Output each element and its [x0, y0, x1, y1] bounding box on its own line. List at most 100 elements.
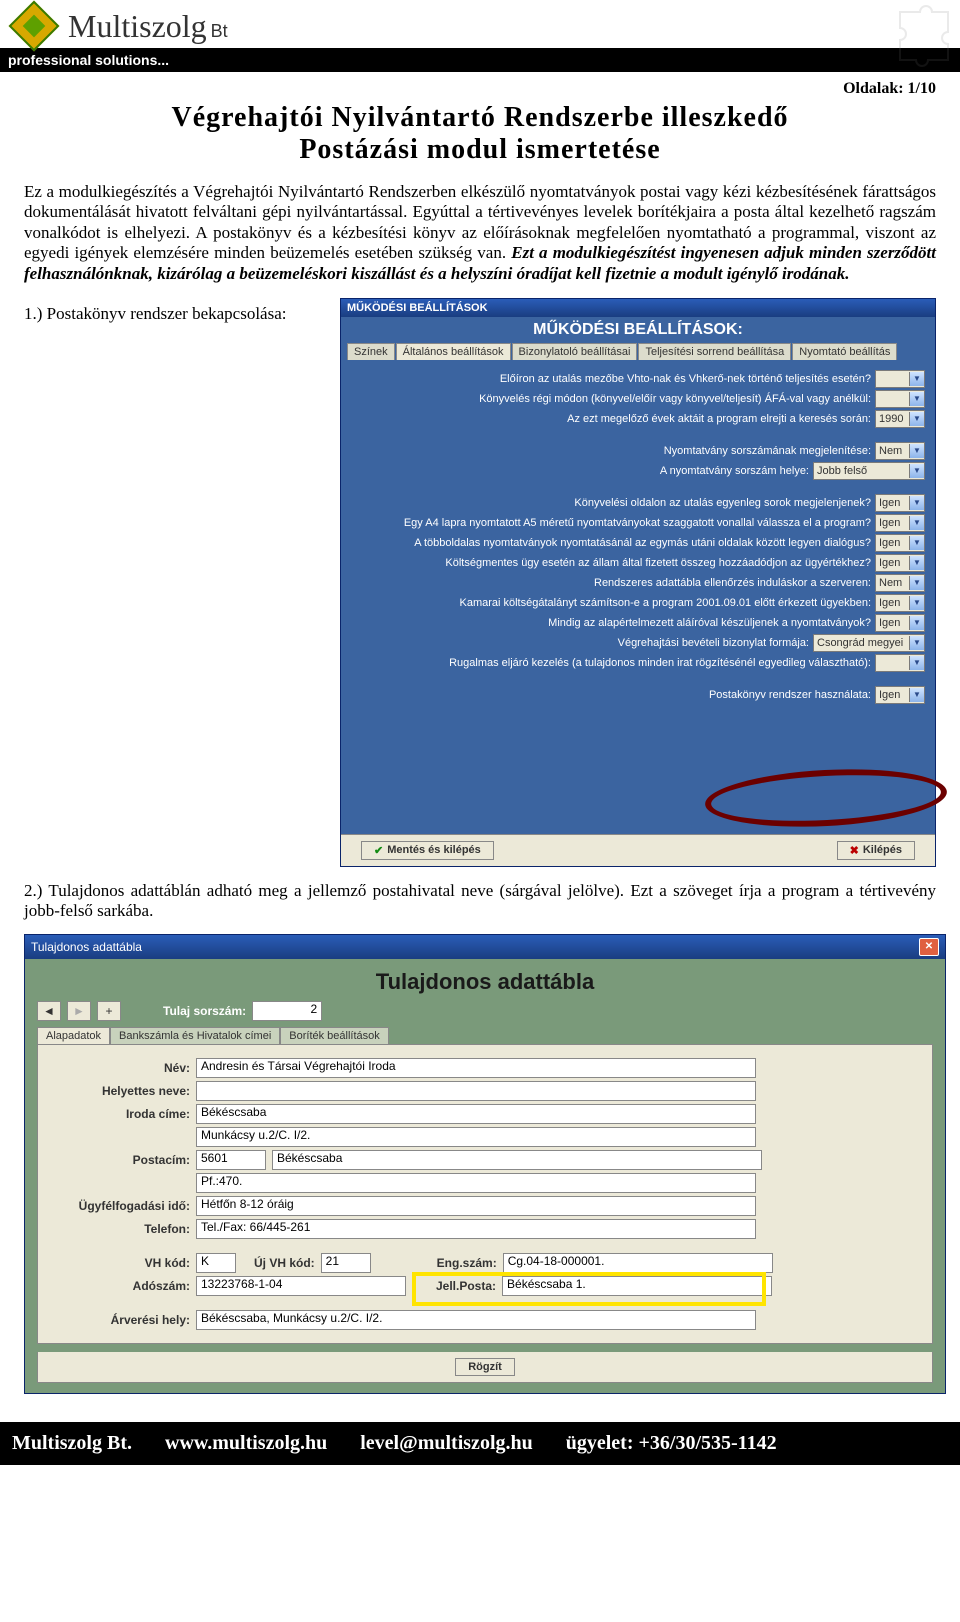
auction-input[interactable]: Békéscsaba, Munkácsy u.2/C. I/2. [196, 1310, 756, 1330]
setting-label: Könyvelés régi módon (könyvel/előír vagy… [479, 393, 871, 405]
setting-label: Rendszeres adattábla ellenőrzés indulásk… [594, 577, 871, 589]
office-street-input[interactable]: Munkácsy u.2/C. I/2. [196, 1127, 756, 1147]
setting-row: Mindig az alapértelmezett aláíróval kész… [351, 614, 925, 632]
settings-body: Előíron az utalás mezőbe Vhto-nak és Vhk… [341, 360, 935, 714]
settings-tabs: Színek Általános beállítások Bizonylatol… [341, 343, 935, 360]
setting-row: Postakönyv rendszer használata: Igen▼ [351, 686, 925, 704]
setting-row: A többoldalas nyomtatványok nyomtatásáná… [351, 534, 925, 552]
setting-row: Nyomtatvány sorszámának megjelenítése: Ne… [351, 442, 925, 460]
setting-combo[interactable]: ▼ [875, 654, 925, 672]
setting-combo[interactable]: 1990▼ [875, 410, 925, 428]
chevron-down-icon: ▼ [909, 688, 924, 702]
name-input[interactable]: Andresin és Társai Végrehajtói Iroda [196, 1058, 756, 1078]
deputy-label: Helyettes neve: [50, 1084, 190, 1098]
eng-label: Eng.szám: [437, 1256, 497, 1270]
setting-combo[interactable]: Igen▼ [875, 614, 925, 632]
sorszam-label: Tulaj sorszám: [163, 1004, 246, 1018]
puzzle-icon [892, 4, 956, 68]
setting-combo[interactable]: Igen▼ [875, 534, 925, 552]
setting-combo[interactable]: Jobb felső▼ [813, 462, 925, 480]
combo-value: Igen [879, 557, 907, 569]
tab-general[interactable]: Általános beállítások [396, 343, 511, 360]
tab-colors[interactable]: Színek [347, 343, 395, 360]
auction-label: Árverési hely: [50, 1313, 190, 1327]
setting-label: Költségmentes ügy esetén az állam által … [445, 557, 871, 569]
tab-printer[interactable]: Nyomtató beállítás [792, 343, 897, 360]
tab-voucher[interactable]: Bizonylatoló beállításai [512, 343, 638, 360]
setting-label: Előíron az utalás mezőbe Vhto-nak és Vhk… [500, 373, 871, 385]
setting-combo[interactable]: ▼ [875, 390, 925, 408]
owner-footer: Rögzít [37, 1352, 933, 1383]
setting-label: Postakönyv rendszer használata: [709, 689, 871, 701]
chevron-down-icon: ▼ [909, 412, 924, 426]
owner-dialog: Tulajdonos adattábla ✕ Tulajdonos adattá… [24, 934, 946, 1394]
page-footer: Multiszolg Bt. www.multiszolg.hu level@m… [0, 1422, 960, 1465]
vhcode-input[interactable]: K [196, 1253, 236, 1273]
setting-row: Költségmentes ügy esetén az állam által … [351, 554, 925, 572]
tab-envelope[interactable]: Boríték beállítások [280, 1027, 389, 1044]
chevron-down-icon: ▼ [909, 596, 924, 610]
post-box-input[interactable]: Pf.:470. [196, 1173, 756, 1193]
combo-value: Igen [879, 597, 907, 609]
setting-row: Rugalmas eljáró kezelés (a tulajdonos mi… [351, 654, 925, 672]
chevron-down-icon: ▼ [909, 444, 924, 458]
eng-input[interactable]: Cg.04-18-000001. [503, 1253, 773, 1273]
setting-combo[interactable]: Igen▼ [875, 554, 925, 572]
close-button[interactable]: ✕ [919, 938, 939, 956]
exit-button[interactable]: ✖Kilépés [837, 841, 915, 860]
post-zip-input[interactable]: 5601 [196, 1150, 266, 1170]
setting-label: Nyomtatvány sorszámának megjelenítése: [664, 445, 871, 457]
combo-value: Igen [879, 497, 907, 509]
page-number: Oldalak: 1/10 [24, 80, 936, 98]
tab-order[interactable]: Teljesítési sorrend beállítása [638, 343, 791, 360]
owner-tabs: Alapadatok Bankszámla és Hivatalok címei… [25, 1027, 945, 1044]
setting-combo[interactable]: Igen▼ [875, 686, 925, 704]
setting-combo[interactable]: Igen▼ [875, 494, 925, 512]
combo-value: Igen [879, 517, 907, 529]
nav-next-button[interactable]: ► [67, 1001, 91, 1021]
phone-input[interactable]: Tel./Fax: 66/445-261 [196, 1219, 756, 1239]
setting-combo[interactable]: Nem▼ [875, 442, 925, 460]
setting-row: Könyvelési oldalon az utalás egyenleg so… [351, 494, 925, 512]
post-city-input[interactable]: Békéscsaba [272, 1150, 762, 1170]
setting-row: Egy A4 lapra nyomtatott A5 méretű nyomta… [351, 514, 925, 532]
sorszam-input[interactable]: 2 [252, 1001, 322, 1021]
nav-prev-button[interactable]: ◄ [37, 1001, 61, 1021]
setting-row: A nyomtatvány sorszám helye:Jobb felső▼ [351, 462, 925, 480]
setting-row: Az ezt megelőző évek aktáit a program el… [351, 410, 925, 428]
setting-row: Előíron az utalás mezőbe Vhto-nak és Vhk… [351, 370, 925, 388]
chevron-down-icon: ▼ [909, 616, 924, 630]
save-exit-button[interactable]: ✔Mentés és kilépés [361, 841, 494, 860]
tab-basic[interactable]: Alapadatok [37, 1027, 110, 1044]
office-city-input[interactable]: Békéscsaba [196, 1104, 756, 1124]
save-label: Rögzít [468, 1361, 502, 1373]
chevron-down-icon: ▼ [909, 576, 924, 590]
hours-input[interactable]: Hétfőn 8-12 óráig [196, 1196, 756, 1216]
combo-value: Jobb felső [817, 465, 907, 477]
save-button[interactable]: Rögzít [455, 1358, 515, 1376]
setting-combo[interactable]: ▼ [875, 370, 925, 388]
setting-label: Egy A4 lapra nyomtatott A5 méretű nyomta… [404, 517, 871, 529]
chevron-down-icon: ▼ [909, 516, 924, 530]
setting-row: Végrehajtási bevételi bizonylat formája:… [351, 634, 925, 652]
nav-add-button[interactable]: + [97, 1001, 121, 1021]
setting-row: Könyvelés régi módon (könyvel/előír vagy… [351, 390, 925, 408]
vhcode-label: VH kód: [50, 1256, 190, 1270]
phone-label: Telefon: [50, 1222, 190, 1236]
section-1-label: 1.) Postakönyv rendszer bekapcsolása: [24, 304, 324, 324]
tab-bank[interactable]: Bankszámla és Hivatalok címei [110, 1027, 280, 1044]
jellposta-input[interactable]: Békéscsaba 1. [502, 1276, 772, 1296]
owner-dialog-heading: Tulajdonos adattábla [25, 959, 945, 1001]
owner-form: Név:Andresin és Társai Végrehajtói Iroda… [37, 1044, 933, 1344]
chevron-down-icon: ▼ [909, 556, 924, 570]
combo-value: 1990 [879, 413, 907, 425]
tax-input[interactable]: 13223768-1-04 [196, 1276, 406, 1296]
setting-combo[interactable]: Igen▼ [875, 514, 925, 532]
setting-combo[interactable]: Nem▼ [875, 574, 925, 592]
setting-combo[interactable]: Csongrád megyei▼ [813, 634, 925, 652]
deputy-input[interactable] [196, 1081, 756, 1101]
newvh-input[interactable]: 21 [321, 1253, 371, 1273]
setting-label: A többoldalas nyomtatványok nyomtatásáná… [414, 537, 871, 549]
chevron-down-icon: ▼ [909, 636, 924, 650]
setting-combo[interactable]: Igen▼ [875, 594, 925, 612]
